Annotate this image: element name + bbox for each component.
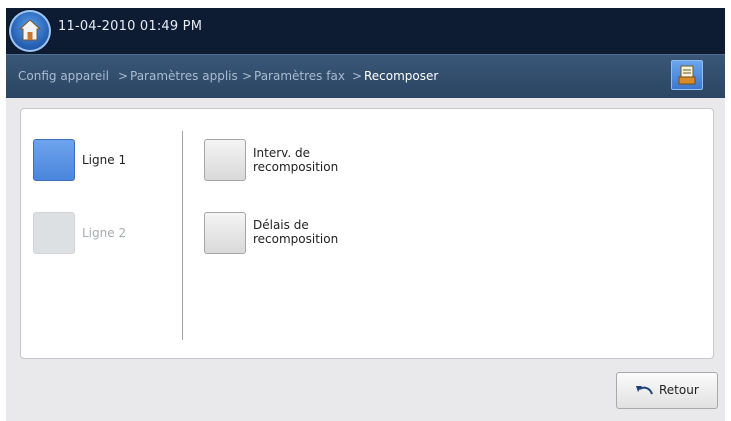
home-button[interactable] <box>9 10 51 52</box>
breadcrumb-item-current: Recomposer <box>364 69 439 83</box>
back-button-label: Retour <box>659 383 699 397</box>
breadcrumb-item-apps[interactable]: Paramètres applis <box>130 69 238 83</box>
redial-interval-label: Interv. de recomposition <box>253 146 339 174</box>
redial-interval-button[interactable] <box>204 139 246 181</box>
back-button[interactable]: Retour <box>616 372 718 409</box>
breadcrumb: Config appareil > Paramètres applis > Pa… <box>6 54 725 98</box>
top-bar: 11-04-2010 01:49 PM <box>6 8 725 54</box>
redial-settings-panel: Ligne 1 Ligne 2 Interv. de recomposition… <box>20 108 714 359</box>
job-status-icon <box>678 65 696 85</box>
line-2-select-button <box>33 212 75 254</box>
breadcrumb-item-fax[interactable]: Paramètres fax <box>254 69 345 83</box>
undo-arrow-icon <box>636 386 653 395</box>
date-time: 11-04-2010 01:49 PM <box>58 19 203 34</box>
line-1-select-button[interactable] <box>33 139 75 181</box>
breadcrumb-separator: > <box>118 69 129 83</box>
printer-screen: 11-04-2010 01:49 PM Config appareil > Pa… <box>6 8 725 421</box>
breadcrumb-item-config[interactable]: Config appareil <box>18 69 109 83</box>
line-1-label: Ligne 1 <box>82 153 127 167</box>
breadcrumb-separator: > <box>352 69 363 83</box>
redial-attempts-label: Délais de recomposition <box>253 218 339 246</box>
redial-attempts-button[interactable] <box>204 212 246 254</box>
job-status-button[interactable] <box>671 60 703 90</box>
line-2-label: Ligne 2 <box>82 226 127 240</box>
panel-divider <box>182 131 183 340</box>
breadcrumb-separator: > <box>242 69 253 83</box>
home-icon <box>18 19 42 41</box>
